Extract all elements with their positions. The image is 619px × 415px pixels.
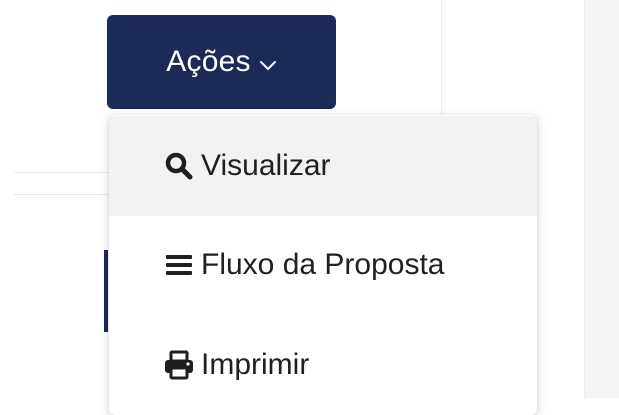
row-divider [14,194,114,195]
menu-item-visualizar[interactable]: Visualizar [109,116,537,216]
actions-dropdown-button[interactable]: Ações [107,15,336,109]
print-icon [159,345,199,385]
row-divider-top [14,172,114,173]
list-icon [159,245,199,285]
partial-button-edge [104,250,108,332]
menu-item-imprimir[interactable]: Imprimir [109,315,537,415]
menu-item-label: Fluxo da Proposta [201,248,445,281]
menu-item-label: Visualizar [201,149,331,182]
search-icon [159,146,199,186]
right-side-panel [584,0,619,398]
column-divider [441,0,442,120]
actions-dropdown-menu: Visualizar Fluxo da Proposta Imprimir [109,115,537,415]
menu-item-label: Imprimir [201,348,310,381]
chevron-down-icon [259,60,277,71]
menu-item-fluxo-da-proposta[interactable]: Fluxo da Proposta [109,215,537,315]
actions-button-label: Ações [166,45,251,78]
